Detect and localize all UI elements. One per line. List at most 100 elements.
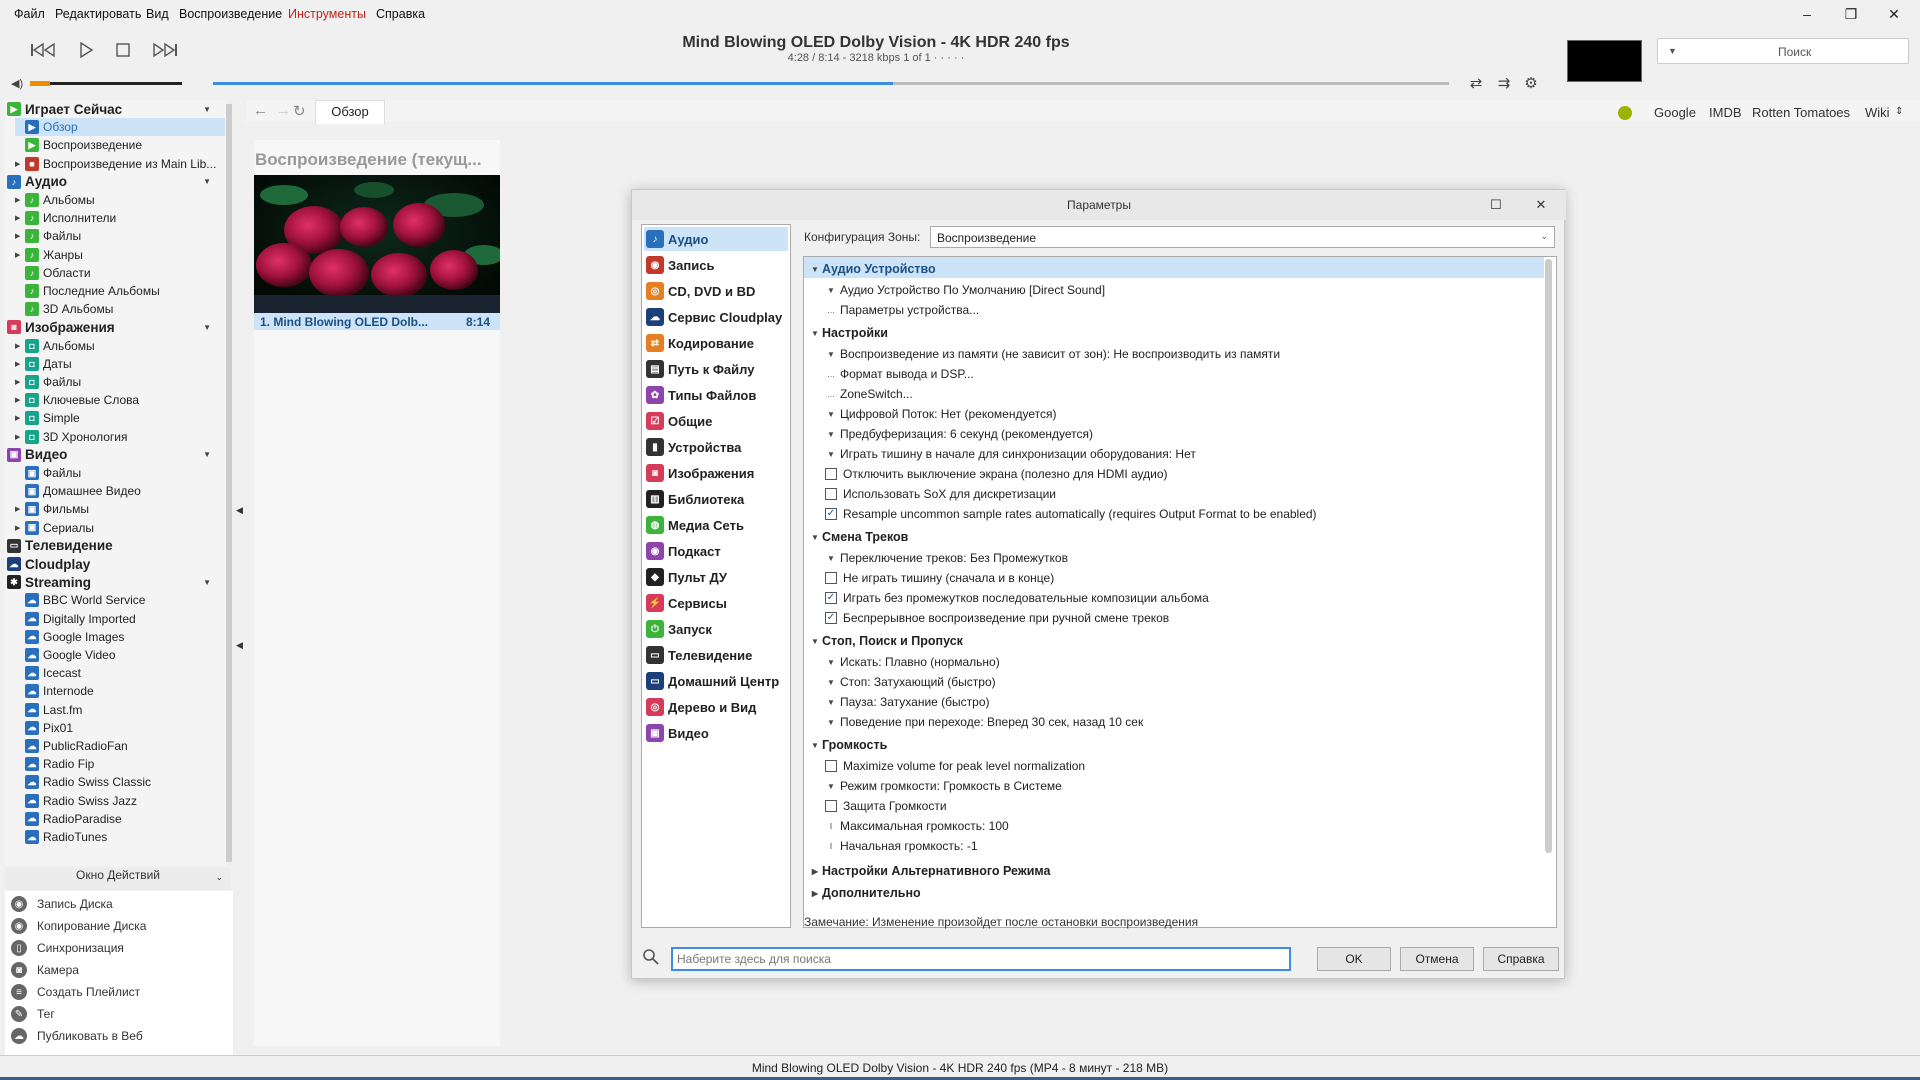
- sidebar-item[interactable]: ☁ Last.fm: [15, 701, 225, 719]
- expand-arrow-icon[interactable]: ▶: [15, 232, 25, 240]
- chevron-down-icon[interactable]: ▼: [203, 578, 211, 587]
- category-item[interactable]: ◎ Дерево и Вид: [644, 695, 788, 719]
- collapse-arrow-icon[interactable]: ▼: [808, 741, 822, 750]
- sidebar-item[interactable]: ▶ Воспроизведение: [15, 136, 225, 154]
- action-item[interactable]: ◙ Камера: [11, 960, 79, 980]
- checkbox[interactable]: [825, 488, 837, 500]
- sidebar-item[interactable]: ☁ Internode: [15, 682, 225, 700]
- sidebar-item[interactable]: ▶ ♪ Жанры: [15, 246, 225, 264]
- option-item[interactable]: … Параметры устройства...: [822, 301, 979, 319]
- collapse-arrow-icon[interactable]: ▼: [808, 329, 822, 338]
- sidebar-section[interactable]: ▭ Телевидение: [7, 537, 225, 555]
- search-dropdown-icon[interactable]: ▼: [1668, 46, 1677, 56]
- refresh-icon[interactable]: ↻: [293, 102, 306, 120]
- action-item[interactable]: ✎ Тег: [11, 1004, 55, 1024]
- category-item[interactable]: ☑ Общие: [644, 409, 788, 433]
- sidebar-item[interactable]: ▶ ◘ Ключевые Слова: [15, 391, 225, 409]
- option-item[interactable]: ▼ Воспроизведение из памяти (не зависит о…: [822, 345, 1280, 363]
- sidebar-section[interactable]: ✱ Streaming ▼: [7, 573, 225, 591]
- option-group-header[interactable]: ▼ Громкость: [808, 736, 887, 754]
- option-group-header[interactable]: ▶ Настройки Альтернативного Режима: [808, 862, 1050, 880]
- link-rotten-tomatoes[interactable]: Rotten Tomatoes: [1752, 105, 1850, 120]
- checkbox[interactable]: [825, 800, 837, 812]
- ok-button[interactable]: OK: [1317, 947, 1391, 971]
- expand-arrow-icon[interactable]: ▶: [15, 196, 25, 204]
- sidebar-item[interactable]: ▶ ♪ Файлы: [15, 227, 225, 245]
- collapse-left-icon[interactable]: ◀: [236, 640, 243, 651]
- chevron-down-icon[interactable]: ▼: [203, 105, 211, 114]
- links-scroll-icon[interactable]: ⇕: [1895, 106, 1903, 117]
- expand-arrow-icon[interactable]: ▶: [15, 360, 25, 368]
- play-button[interactable]: [72, 40, 100, 60]
- link-google[interactable]: Google: [1654, 105, 1696, 120]
- option-group-header[interactable]: ▶ Дополнительно: [808, 884, 921, 902]
- category-item[interactable]: ▭ Телевидение: [644, 643, 788, 667]
- zone-config-select[interactable]: Воспроизведение ⌄: [930, 226, 1555, 248]
- option-item[interactable]: ▼ Поведение при переходе: Вперед 30 сек, …: [822, 713, 1143, 731]
- option-checkbox[interactable]: ✓ Беспрерывное воспроизведение при ручной…: [822, 609, 1169, 627]
- action-item[interactable]: ▯ Синхронизация: [11, 938, 124, 958]
- category-item[interactable]: ◙ Изображения: [644, 461, 788, 485]
- option-item[interactable]: … Формат вывода и DSP...: [822, 365, 974, 383]
- option-checkbox[interactable]: Отключить выключение экрана (полезно для…: [822, 465, 1168, 483]
- chevron-down-icon[interactable]: ▼: [203, 323, 211, 332]
- next-track-button[interactable]: [151, 40, 179, 60]
- action-item[interactable]: ☁ Публиковать в Веб: [11, 1026, 143, 1046]
- collapse-left-icon[interactable]: ◀: [236, 505, 243, 516]
- action-item[interactable]: ◉ Запись Диска: [11, 894, 113, 914]
- stop-button[interactable]: [109, 40, 137, 60]
- sidebar-section[interactable]: ☁ Cloudplay: [7, 555, 225, 573]
- sidebar-item[interactable]: ▶ ◘ Даты: [15, 355, 225, 373]
- option-checkbox[interactable]: ✓ Играть без промежутков последовательные…: [822, 589, 1209, 607]
- category-item[interactable]: ⏻ Запуск: [644, 617, 788, 641]
- action-item[interactable]: ◉ Копирование Диска: [11, 916, 146, 936]
- option-item[interactable]: ▼ Искать: Плавно (нормально): [822, 653, 1000, 671]
- menu-playback[interactable]: Воспроизведение: [179, 7, 282, 21]
- sidebar-item[interactable]: ▶ ◘ Simple: [15, 409, 225, 427]
- sidebar-section[interactable]: ◙ Изображения ▼: [7, 318, 225, 336]
- option-item[interactable]: ▼ Режим громкости: Громкость в Системе: [822, 777, 1062, 795]
- sidebar-item[interactable]: ☁ Digitally Imported: [15, 610, 225, 628]
- sidebar-item[interactable]: ☁ Radio Swiss Classic: [15, 773, 225, 791]
- checkbox[interactable]: [825, 572, 837, 584]
- category-item[interactable]: ◉ Подкаст: [644, 539, 788, 563]
- settings-gear-icon[interactable]: ⚙: [1521, 74, 1541, 94]
- sidebar-item[interactable]: ☁ Radio Fip: [15, 755, 225, 773]
- category-item[interactable]: ◎ CD, DVD и BD: [644, 279, 788, 303]
- sidebar-item[interactable]: ☁ RadioTunes: [15, 828, 225, 846]
- option-item[interactable]: ▼ Пауза: Затухание (быстро): [822, 693, 989, 711]
- sidebar-section[interactable]: ♪ Аудио ▼: [7, 173, 225, 191]
- expand-arrow-icon[interactable]: ▶: [15, 342, 25, 350]
- sidebar-item[interactable]: ☁ Google Video: [15, 646, 225, 664]
- expand-arrow-icon[interactable]: ▶: [808, 867, 822, 876]
- previous-track-button[interactable]: [29, 40, 57, 60]
- category-item[interactable]: ✿ Типы Файлов: [644, 383, 788, 407]
- back-icon[interactable]: ←: [253, 102, 268, 119]
- option-checkbox[interactable]: Использовать SoX для дискретизации: [822, 485, 1056, 503]
- sidebar-item[interactable]: ▶ ◘ Файлы: [15, 373, 225, 391]
- option-item[interactable]: … ZoneSwitch...: [822, 385, 913, 403]
- option-group-header[interactable]: ▼ Аудио Устройство: [808, 260, 936, 278]
- expand-arrow-icon[interactable]: ▶: [15, 160, 25, 168]
- option-group-header[interactable]: ▼ Настройки: [808, 324, 888, 342]
- expand-arrow-icon[interactable]: ▶: [808, 889, 822, 898]
- sidebar-item[interactable]: ☁ Google Images: [15, 628, 225, 646]
- action-window-header[interactable]: Окно Действий ⌄: [5, 868, 231, 890]
- expand-arrow-icon[interactable]: ▶: [15, 214, 25, 222]
- cover-art-image[interactable]: [254, 175, 500, 313]
- option-group-header[interactable]: ▼ Стоп, Поиск и Пропуск: [808, 632, 963, 650]
- category-item[interactable]: ⇄ Кодирование: [644, 331, 788, 355]
- sidebar-item[interactable]: ▶ ◘ Альбомы: [15, 337, 225, 355]
- option-item[interactable]: ▼ Предбуферизация: 6 секунд (рекомендуетс…: [822, 425, 1093, 443]
- sidebar-item[interactable]: ▶ ◘ 3D Хронология: [15, 428, 225, 446]
- sidebar-item[interactable]: ▶ Обзор: [15, 118, 225, 137]
- sidebar-item[interactable]: ▣ Файлы: [15, 464, 225, 482]
- maximize-button[interactable]: ❐: [1836, 4, 1866, 24]
- action-item[interactable]: ≡ Создать Плейлист: [11, 982, 140, 1002]
- category-item[interactable]: ▣ Видео: [644, 721, 788, 745]
- sidebar-scrollbar[interactable]: [226, 104, 232, 862]
- option-checkbox[interactable]: Защита Громкости: [822, 797, 947, 815]
- category-item[interactable]: ◍ Медиа Сеть: [644, 513, 788, 537]
- expand-arrow-icon[interactable]: ▶: [15, 251, 25, 259]
- checkbox[interactable]: [825, 468, 837, 480]
